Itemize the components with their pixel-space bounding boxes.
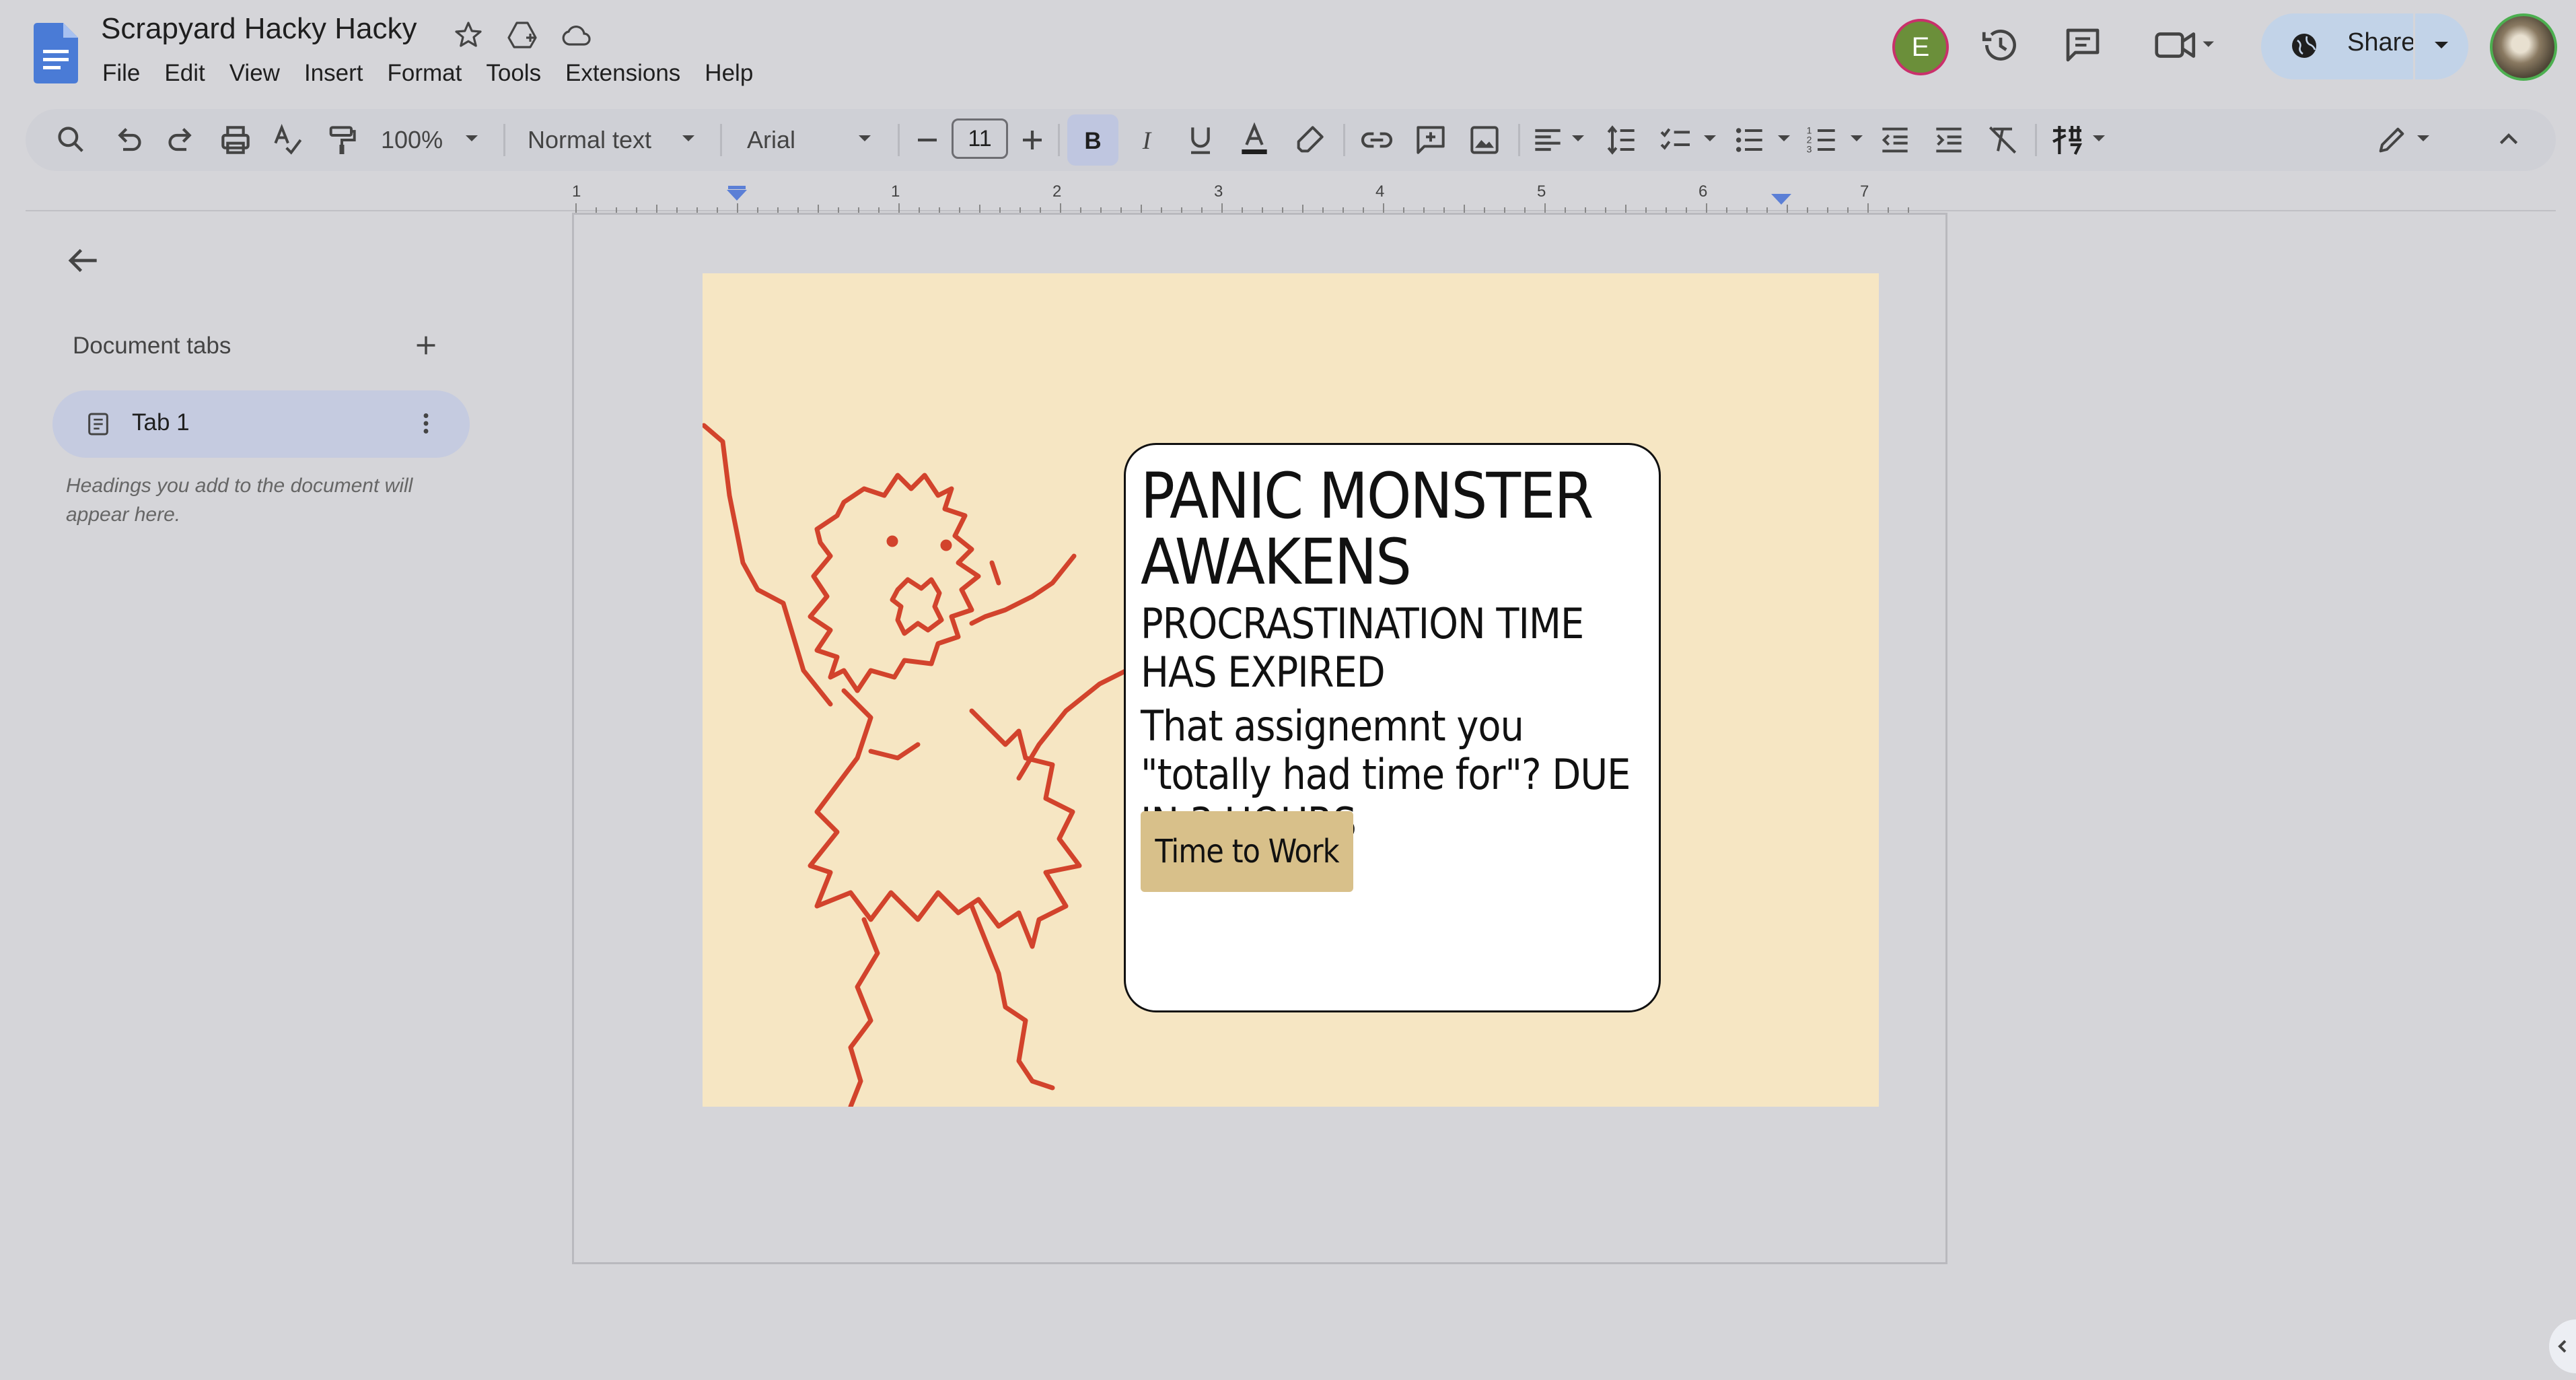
checklist-icon[interactable] xyxy=(1657,121,1694,159)
style-chevron-icon[interactable] xyxy=(678,132,699,145)
meet-icon[interactable] xyxy=(2151,23,2218,67)
spellcheck-icon[interactable] xyxy=(269,121,307,159)
bullet-chevron-icon[interactable] xyxy=(1774,132,1794,145)
share-divider xyxy=(2413,13,2415,79)
document-title[interactable]: Scrapyard Hacky Hacky xyxy=(101,12,417,46)
input-tools-icon[interactable] xyxy=(2048,121,2086,159)
left-indent-marker xyxy=(727,190,747,201)
font-chevron-icon[interactable] xyxy=(855,132,875,145)
redo-icon[interactable] xyxy=(163,121,201,159)
indent-increase-icon[interactable] xyxy=(1930,121,1968,159)
ruler-label: 4 xyxy=(1375,183,1384,201)
paragraph-style-select[interactable]: Normal text xyxy=(528,124,651,156)
alert-card: PANIC MONSTER AWAKENS PROCRASTINATION TI… xyxy=(1124,443,1661,1012)
sidebar-tab-label: Tab 1 xyxy=(132,409,190,436)
underline-icon[interactable] xyxy=(1182,121,1219,159)
collaborator-avatar[interactable]: E xyxy=(1892,19,1949,75)
text-color-icon[interactable] xyxy=(1236,121,1273,159)
star-icon[interactable] xyxy=(452,19,485,51)
side-panel-toggle-icon[interactable] xyxy=(2538,1313,2576,1380)
toolbar-divider xyxy=(1343,124,1345,156)
alert-title: PANIC MONSTER AWAKENS xyxy=(1141,460,1594,599)
font-family-select[interactable]: Arial xyxy=(747,124,795,156)
horizontal-ruler[interactable]: 1 1 2 3 4 5 6 7 xyxy=(572,183,1947,213)
menu-file[interactable]: File xyxy=(102,57,152,90)
toolbar-divider xyxy=(1058,124,1060,156)
version-history-icon[interactable] xyxy=(1978,23,2023,67)
ruler-label: 7 xyxy=(1860,183,1869,201)
search-icon[interactable] xyxy=(52,121,90,159)
comment-icon[interactable] xyxy=(1412,121,1450,159)
ruler-label: 2 xyxy=(1052,183,1061,201)
alert-subtitle: PROCRASTINATION TIME HAS EXPIRED xyxy=(1141,599,1584,697)
toolbar-divider xyxy=(2035,124,2037,156)
numbered-chevron-icon[interactable] xyxy=(1847,132,1867,145)
bullet-list-icon[interactable] xyxy=(1731,121,1768,159)
menu-help[interactable]: Help xyxy=(692,57,765,90)
add-tab-icon[interactable] xyxy=(410,330,441,361)
checklist-chevron-icon[interactable] xyxy=(1700,132,1720,145)
document-icon xyxy=(85,411,112,438)
align-chevron-icon[interactable] xyxy=(1568,132,1588,145)
share-options-chevron-icon[interactable] xyxy=(2428,35,2455,55)
share-label: Share xyxy=(2347,28,2416,57)
clear-format-icon[interactable] xyxy=(1984,121,2022,159)
toolbar-divider xyxy=(898,124,900,156)
increase-font-size-icon[interactable] xyxy=(1013,121,1051,159)
image-icon[interactable] xyxy=(1466,121,1503,159)
italic-icon[interactable]: I xyxy=(1128,121,1166,159)
ruler-label: 6 xyxy=(1698,183,1707,201)
indent-decrease-icon[interactable] xyxy=(1876,121,1914,159)
print-icon[interactable] xyxy=(217,121,254,159)
toolbar-divider xyxy=(1518,124,1520,156)
link-icon[interactable] xyxy=(1358,121,1396,159)
comments-icon[interactable] xyxy=(2061,23,2105,67)
right-indent-marker xyxy=(1771,194,1791,205)
collapse-toolbar-icon[interactable] xyxy=(2490,121,2528,159)
docs-logo-icon[interactable] xyxy=(34,23,78,83)
first-line-indent-marker xyxy=(728,186,746,189)
headings-hint: Headings you add to the document will ap… xyxy=(66,475,413,526)
globe-icon xyxy=(2288,30,2320,62)
undo-icon[interactable] xyxy=(109,121,147,159)
font-size-input[interactable]: 11 xyxy=(952,118,1008,159)
ruler-label: 5 xyxy=(1537,183,1546,201)
decrease-font-size-icon[interactable] xyxy=(908,121,946,159)
zoom-select[interactable]: 100% xyxy=(381,124,443,156)
move-to-drive-icon[interactable] xyxy=(506,19,538,51)
account-avatar[interactable] xyxy=(2490,13,2557,81)
time-to-work-button[interactable]: Time to Work xyxy=(1141,811,1353,892)
paint-format-icon[interactable] xyxy=(323,121,361,159)
svg-text:3: 3 xyxy=(1807,144,1812,155)
back-arrow-icon[interactable] xyxy=(62,240,104,281)
ruler-label: 1 xyxy=(572,183,581,201)
menu-insert[interactable]: Insert xyxy=(292,57,375,90)
menu-extensions[interactable]: Extensions xyxy=(553,57,692,90)
toolbar-divider xyxy=(720,124,722,156)
sidebar-tab-1[interactable] xyxy=(52,390,470,458)
menu-view[interactable]: View xyxy=(217,57,292,90)
embedded-drawing[interactable]: PANIC MONSTER AWAKENS PROCRASTINATION TI… xyxy=(703,273,1879,1107)
numbered-list-icon[interactable]: 123 xyxy=(1803,121,1841,159)
ruler-label: 3 xyxy=(1214,183,1223,201)
line-spacing-icon[interactable] xyxy=(1603,121,1641,159)
menu-edit[interactable]: Edit xyxy=(152,57,217,90)
more-options-icon[interactable] xyxy=(410,408,441,439)
menu-tools[interactable]: Tools xyxy=(474,57,553,90)
document-tabs-heading: Document tabs xyxy=(73,333,231,359)
menu-bar: File Edit View Insert Format Tools Exten… xyxy=(102,57,765,90)
svg-text:B: B xyxy=(1084,128,1101,154)
zoom-chevron-icon[interactable] xyxy=(462,132,482,145)
editing-mode-chevron-icon[interactable] xyxy=(2413,132,2433,145)
svg-text:I: I xyxy=(1142,127,1152,155)
menu-format[interactable]: Format xyxy=(375,57,474,90)
cloud-saved-icon[interactable] xyxy=(560,19,592,51)
bold-icon: B xyxy=(1074,121,1112,159)
input-tools-chevron-icon[interactable] xyxy=(2089,132,2109,145)
editing-mode-icon[interactable] xyxy=(2373,121,2410,159)
ruler-label: 1 xyxy=(891,183,900,201)
highlight-icon[interactable] xyxy=(1291,121,1328,159)
toolbar-divider xyxy=(503,124,505,156)
align-icon[interactable] xyxy=(1529,121,1567,159)
